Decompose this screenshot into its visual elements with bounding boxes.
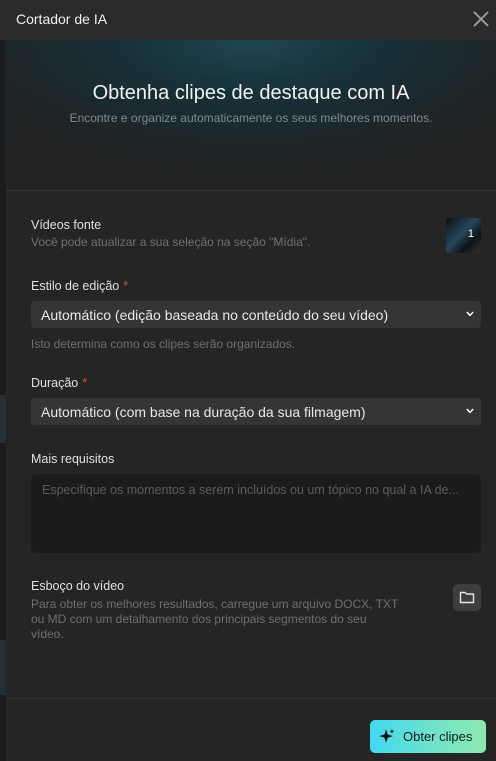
get-clips-label: Obter clipes	[403, 729, 473, 744]
duration-select[interactable]: Automático (com base na duração da sua f…	[31, 398, 481, 425]
footer-divider	[6, 698, 496, 699]
get-clips-button[interactable]: Obter clipes	[370, 720, 486, 753]
duration-label-text: Duração	[31, 376, 79, 390]
source-video-thumbnail[interactable]: 1	[446, 218, 481, 253]
outline-label: Esboço do vídeo	[31, 579, 125, 593]
hero-title: Obtenha clipes de destaque com IA	[92, 82, 410, 104]
requirements-label: Mais requisitos	[31, 452, 115, 466]
required-asterisk: *	[123, 279, 129, 293]
outline-help-line-3: vídeo.	[31, 627, 64, 641]
hero-banner: Obtenha clipes de destaque com IA Encont…	[6, 40, 496, 191]
folder-icon	[459, 591, 475, 604]
required-asterisk: *	[82, 376, 88, 390]
edit-style-select[interactable]: Automático (edição baseada no conteúdo d…	[31, 301, 481, 328]
outline-help-line-1: Para obter os melhores resultados, carre…	[31, 597, 399, 611]
hero-subtitle: Encontre e organize automaticamente os s…	[69, 111, 433, 125]
thumbnail-count: 1	[467, 228, 474, 240]
source-videos-label: Vídeos fonte	[31, 218, 102, 232]
outline-help-line-2: ou MD com um detalhamento dos principais…	[31, 612, 367, 626]
edit-style-label-text: Estilo de edição	[31, 279, 120, 293]
edit-style-label: Estilo de edição *	[31, 279, 128, 293]
ai-cutter-dialog: Cortador de IA Obtenha clipes de destaqu…	[0, 0, 496, 761]
requirements-input[interactable]: Especifique os momentos a serem incluído…	[31, 474, 481, 553]
sparkle-icon	[379, 728, 395, 743]
chevron-down-icon	[466, 311, 474, 317]
dialog-title: Cortador de IA	[16, 11, 108, 27]
outline-upload-button[interactable]	[453, 584, 481, 611]
duration-value: Automático (com base na duração da sua f…	[41, 404, 366, 420]
source-videos-help: Você pode atualizar a sua seleção na seç…	[31, 235, 311, 249]
edit-style-value: Automático (edição baseada no conteúdo d…	[41, 307, 389, 323]
close-icon[interactable]	[470, 8, 492, 30]
duration-label: Duração *	[31, 376, 87, 390]
dialog-titlebar: Cortador de IA	[0, 0, 496, 40]
chevron-down-icon	[466, 408, 474, 414]
edit-style-help: Isto determina como os clipes serão orga…	[31, 337, 296, 351]
